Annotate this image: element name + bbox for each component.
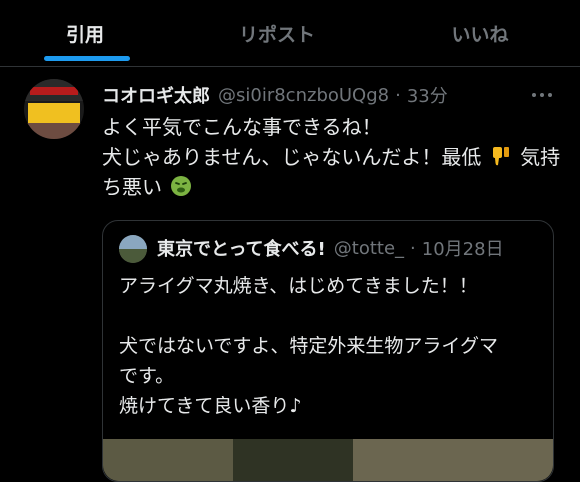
quoted-tweet-line	[119, 301, 539, 331]
quoted-media-part	[103, 439, 233, 481]
separator-dot: ·	[395, 84, 401, 106]
thumbs-down-icon	[492, 147, 509, 166]
user-handle[interactable]: @si0ir8cnzboUQg8	[218, 85, 389, 106]
quoted-avatar-image-part	[119, 249, 147, 263]
quoted-tweet[interactable]: 東京でとって食べる! @totte_ · 10月28日 アライグマ丸焼き、はじめ…	[102, 220, 554, 482]
separator-dot: ·	[410, 237, 416, 259]
tab-likes[interactable]: いいね	[418, 0, 542, 66]
quoted-avatar-image-part	[119, 235, 147, 249]
nauseated-face-icon	[171, 176, 192, 196]
quoted-display-name: 東京でとって食べる!	[157, 239, 326, 260]
quoted-media-part	[353, 439, 553, 481]
tweet-text: よく平気でこんな事できるね！ 犬じゃありません、じゃないんだよ！最低 気持 ち悪…	[102, 112, 572, 202]
more-dot-icon	[540, 93, 544, 97]
avatar-image-part	[30, 87, 78, 95]
quoted-tweet-line: 焼けてきて良い香り♪	[119, 395, 302, 417]
quoted-tweet-line: 犬ではないですよ、特定外来生物アライグマ	[119, 335, 499, 357]
quoted-media-part	[233, 439, 353, 481]
quoted-tweet-text: アライグマ丸焼き、はじめてきました！！ 犬ではないですよ、特定外来生物アライグマ…	[119, 271, 539, 421]
quoted-tweet-line: です。	[119, 365, 175, 387]
quoted-timestamp: 10月28日	[421, 239, 504, 260]
more-dot-icon	[548, 93, 552, 97]
avatar[interactable]	[24, 79, 84, 139]
quoted-tweet-header: 東京でとって食べる! @totte_ · 10月28日	[157, 233, 537, 263]
tweet-line: ち悪い	[102, 172, 572, 202]
more-dot-icon	[532, 93, 536, 97]
tab-reposts[interactable]: リポスト	[205, 0, 349, 66]
tweet-header: コオロギ太郎 @si0ir8cnzboUQg8 · 33分	[102, 80, 448, 110]
avatar-image-part	[28, 103, 80, 123]
active-tab-indicator	[44, 56, 130, 61]
display-name[interactable]: コオロギ太郎	[102, 82, 210, 108]
tab-bar: 引用 リポスト いいね	[0, 0, 580, 67]
tweet-line: 犬じゃありません、じゃないんだよ！最低 気持	[102, 142, 572, 172]
timestamp[interactable]: 33分	[407, 82, 448, 108]
tweet-line-text: 犬じゃありません、じゃないんだよ！最低	[102, 145, 482, 169]
avatar-image-part	[24, 123, 84, 139]
quoted-avatar[interactable]	[119, 235, 147, 263]
quoted-user-handle: @totte_	[333, 237, 405, 259]
tweet-line-text: 気持	[520, 145, 561, 169]
tweet-line-text: ち悪い	[102, 175, 162, 199]
more-options-button[interactable]	[524, 82, 560, 108]
quoted-tweet-line: アライグマ丸焼き、はじめてきました！！	[119, 275, 478, 297]
tweet-line: よく平気でこんな事できるね！	[102, 115, 382, 139]
quoted-media-image[interactable]	[103, 439, 553, 481]
